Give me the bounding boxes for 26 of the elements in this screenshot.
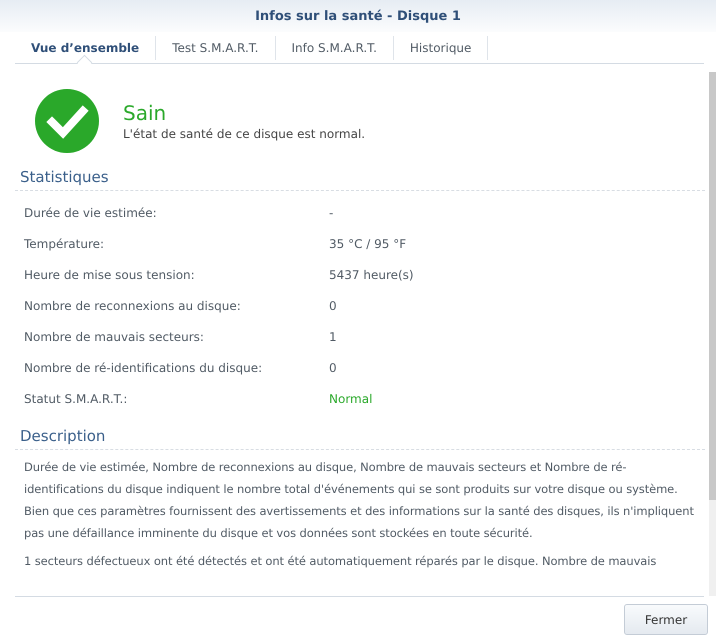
tab[interactable]: Historique (394, 36, 488, 60)
status-message: L'état de santé de ce disque est normal. (123, 127, 366, 141)
close-button[interactable]: Fermer (624, 604, 708, 635)
tab[interactable]: Info S.M.A.R.T. (276, 36, 394, 60)
stat-label: Nombre de reconnexions au disque: (24, 298, 242, 312)
stat-label: Température: (24, 236, 106, 250)
stat-label: Nombre de ré-identifications du disque: (24, 360, 264, 374)
stat-label: Durée de vie estimée: (24, 206, 158, 220)
stat-label: Statut S.M.A.R.T.: (24, 392, 128, 406)
stat-value: Normal (329, 392, 374, 406)
stat-value: 0 (329, 298, 338, 312)
section-heading: Description (20, 427, 106, 445)
status-title: Sain (123, 101, 168, 125)
window-title: Infos sur la santé - Disque 1 (255, 8, 461, 24)
section-heading: Statistiques (20, 168, 109, 186)
stat-label: Heure de mise sous tension: (24, 268, 196, 282)
stat-value: 5437 heure(s) (329, 268, 415, 282)
tab[interactable]: Test S.M.A.R.T. (156, 36, 276, 60)
stat-value: 35 °C / 95 °F (329, 236, 408, 250)
stat-value: - (329, 206, 334, 220)
stat-value: 0 (329, 360, 338, 374)
stat-label: Nombre de mauvais secteurs: (24, 330, 205, 344)
description-paragraph: Durée de vie estimée, Nombre de reconnexions au disque, Nombre de mauvais secteurs et Nombre de ré-identifications du disque indiquent le nombre total d'événements qui se sont produits sur votre disque ou système. Bien que ces paramètres fournissent des avertissements et des informations sur la santé des disques, ils n'impliquent pas une défaillance imminente du disque et vos données sont stockées en toute sécurité. (24, 459, 695, 542)
description-paragraph: 1 secteurs défectueux ont été détectés et ont été automatiquement réparés par le disque. Nombre de mauvais (24, 553, 658, 570)
stat-value: 1 (329, 330, 338, 344)
scrollbar-thumb[interactable] (709, 72, 716, 500)
